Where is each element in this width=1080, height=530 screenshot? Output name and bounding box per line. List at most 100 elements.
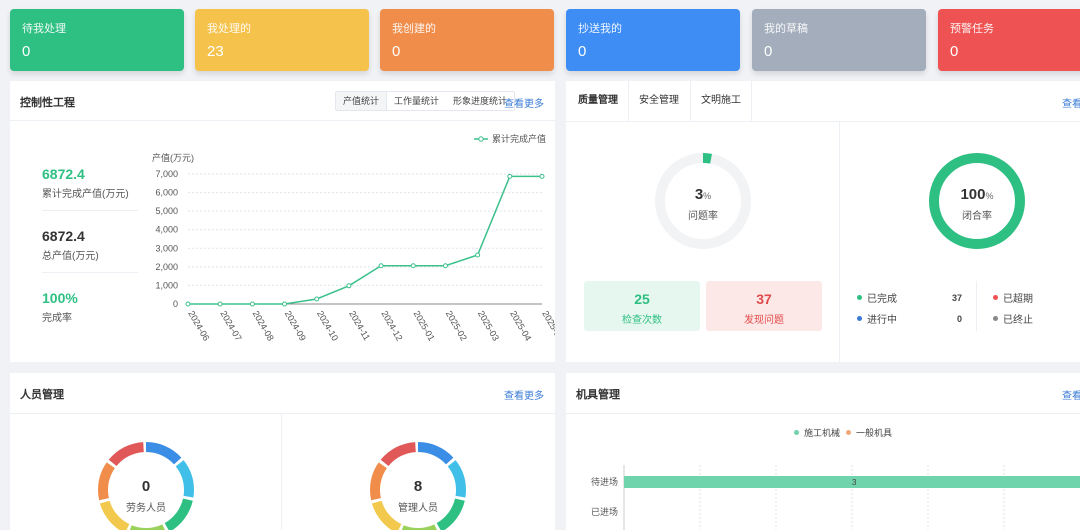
- divider: [751, 81, 752, 121]
- y-tick-label: 4,000: [155, 225, 178, 235]
- manager-count: 8: [413, 478, 423, 495]
- people-panel: 人员管理 查看更多 0 劳务人员 8 管理人员: [10, 373, 555, 530]
- bar-value-label: 3: [852, 478, 857, 487]
- data-point: [314, 296, 320, 302]
- quality-more-link[interactable]: 查看: [1062, 95, 1080, 110]
- divider: [10, 413, 555, 414]
- status-card-label: 待我处理: [22, 23, 66, 35]
- issue-rate-center: 3% 问题率: [648, 186, 758, 222]
- x-tick-label: 2025-03: [476, 309, 501, 343]
- bar-row-label: 已进场: [591, 507, 618, 517]
- x-tick-label: 2024-12: [379, 309, 404, 343]
- legend-terminated: 已终止: [993, 311, 1033, 326]
- closure-rate-unit: %: [985, 191, 994, 201]
- closure-rate-value: 100: [960, 186, 986, 203]
- y-tick-label: 2,000: [155, 262, 178, 272]
- y-tick-label: 1,000: [155, 280, 178, 290]
- legend-completed: 已完成 37: [857, 290, 962, 305]
- closure-rate-center: 100% 闭合率: [922, 186, 1032, 222]
- status-card-value: 0: [578, 43, 587, 60]
- status-card-4[interactable]: 我的草稿 0: [752, 9, 926, 71]
- inspection-count-value: 25: [634, 291, 650, 307]
- project-panel: 控制性工程 产值统计 工作量统计 形象进度统计 查看更多 6872.4 累计完成…: [10, 81, 555, 362]
- status-card-value: 0: [392, 43, 401, 60]
- issue-rate-value: 3: [694, 186, 704, 203]
- status-card-value: 0: [950, 43, 959, 60]
- divider: [566, 121, 1080, 122]
- issues-found-label: 发现问题: [744, 315, 784, 326]
- y-tick-label: 6,000: [155, 188, 178, 198]
- tab-quality[interactable]: 质量管理: [568, 81, 628, 121]
- status-card-label: 预警任务: [950, 23, 994, 35]
- output-line-chart: 产值(万元) 0 1,000 2,000 3,000 4,000 5,000 6,000 7,0…: [152, 133, 555, 343]
- y-tick-label: 7,000: [155, 169, 178, 179]
- x-tick-label: 2024-07: [218, 309, 243, 343]
- x-tick-label: 2025-02: [444, 309, 469, 343]
- data-point: [249, 301, 255, 307]
- legend-marker: [478, 136, 484, 142]
- completed-count: 37: [951, 292, 962, 303]
- issue-rate-unit: %: [703, 191, 712, 201]
- divider: [976, 281, 977, 331]
- x-tick-label: 2025-01: [412, 309, 437, 343]
- y-tick-label: 0: [173, 299, 178, 309]
- status-card-value: 23: [207, 43, 224, 60]
- status-card-label: 我的草稿: [764, 23, 808, 35]
- divider: [281, 413, 282, 530]
- x-tick-label: 2024-08: [251, 309, 276, 343]
- labor-count: 0: [141, 478, 151, 495]
- manager-center: 8 管理人员: [366, 478, 470, 514]
- data-point: [507, 173, 513, 179]
- completed-dot-icon: [857, 295, 862, 300]
- status-card-2[interactable]: 我创建的 0: [380, 9, 554, 71]
- tab-safety[interactable]: 安全管理: [629, 81, 689, 121]
- series-line-累计完成产值: [188, 175, 542, 305]
- legend-overdue: 已超期: [993, 290, 1033, 305]
- status-card-3[interactable]: 抄送我的 0: [566, 9, 740, 71]
- issues-found-value: 37: [756, 291, 772, 307]
- manager-label: 管理人员: [398, 503, 438, 514]
- y-tick-label: 5,000: [155, 206, 178, 216]
- overdue-dot-icon: [993, 295, 998, 300]
- status-card-0[interactable]: 待我处理 0: [10, 9, 184, 71]
- status-card-value: 0: [764, 43, 773, 60]
- data-point: [185, 301, 191, 307]
- data-point: [346, 283, 352, 289]
- in-progress-count: 0: [956, 313, 962, 324]
- x-tick-label: 2025-05: [540, 309, 555, 343]
- status-card-label: 我处理的: [207, 23, 251, 35]
- data-point: [378, 263, 384, 269]
- people-title: 人员管理: [20, 389, 64, 401]
- y-tick-label: 3,000: [155, 243, 178, 253]
- people-more-link[interactable]: 查看更多: [504, 387, 544, 402]
- tab-civilized[interactable]: 文明施工: [691, 81, 751, 121]
- closure-rate-label: 闭合率: [962, 211, 992, 222]
- x-tick-label: 2025-04: [508, 309, 533, 343]
- status-card-1[interactable]: 我处理的 23: [195, 9, 369, 71]
- terminated-dot-icon: [993, 316, 998, 321]
- inspection-count-box[interactable]: 25 检查次数: [584, 281, 700, 331]
- labor-center: 0 劳务人员: [94, 478, 198, 514]
- data-point: [442, 263, 448, 269]
- data-point: [475, 252, 481, 258]
- bar-row-label: 待进场: [591, 476, 618, 487]
- x-tick-label: 2024-09: [283, 309, 308, 343]
- status-card-value: 0: [22, 43, 31, 60]
- data-point: [410, 263, 416, 269]
- x-tick-label: 2024-11: [347, 309, 372, 342]
- y-axis-label: 产值(万元): [152, 152, 194, 163]
- machine-bar-chart: 待进场 3 已进场: [591, 465, 1080, 530]
- data-point: [217, 301, 223, 307]
- x-tick-label: 2024-06: [186, 309, 211, 343]
- data-point: [282, 301, 288, 307]
- labor-label: 劳务人员: [126, 503, 166, 514]
- status-card-5[interactable]: 预警任务 0: [938, 9, 1080, 71]
- machine-panel: 机具管理 查看 施工机械 一般机具 待进场 3 已进场: [566, 373, 1080, 530]
- legend-in-progress: 进行中 0: [857, 311, 962, 326]
- status-card-label: 我创建的: [392, 23, 436, 35]
- in-progress-dot-icon: [857, 316, 862, 321]
- inspection-count-label: 检查次数: [622, 315, 662, 326]
- data-point: [539, 173, 545, 179]
- issues-found-box[interactable]: 37 发现问题: [706, 281, 822, 331]
- issue-rate-label: 问题率: [688, 211, 718, 222]
